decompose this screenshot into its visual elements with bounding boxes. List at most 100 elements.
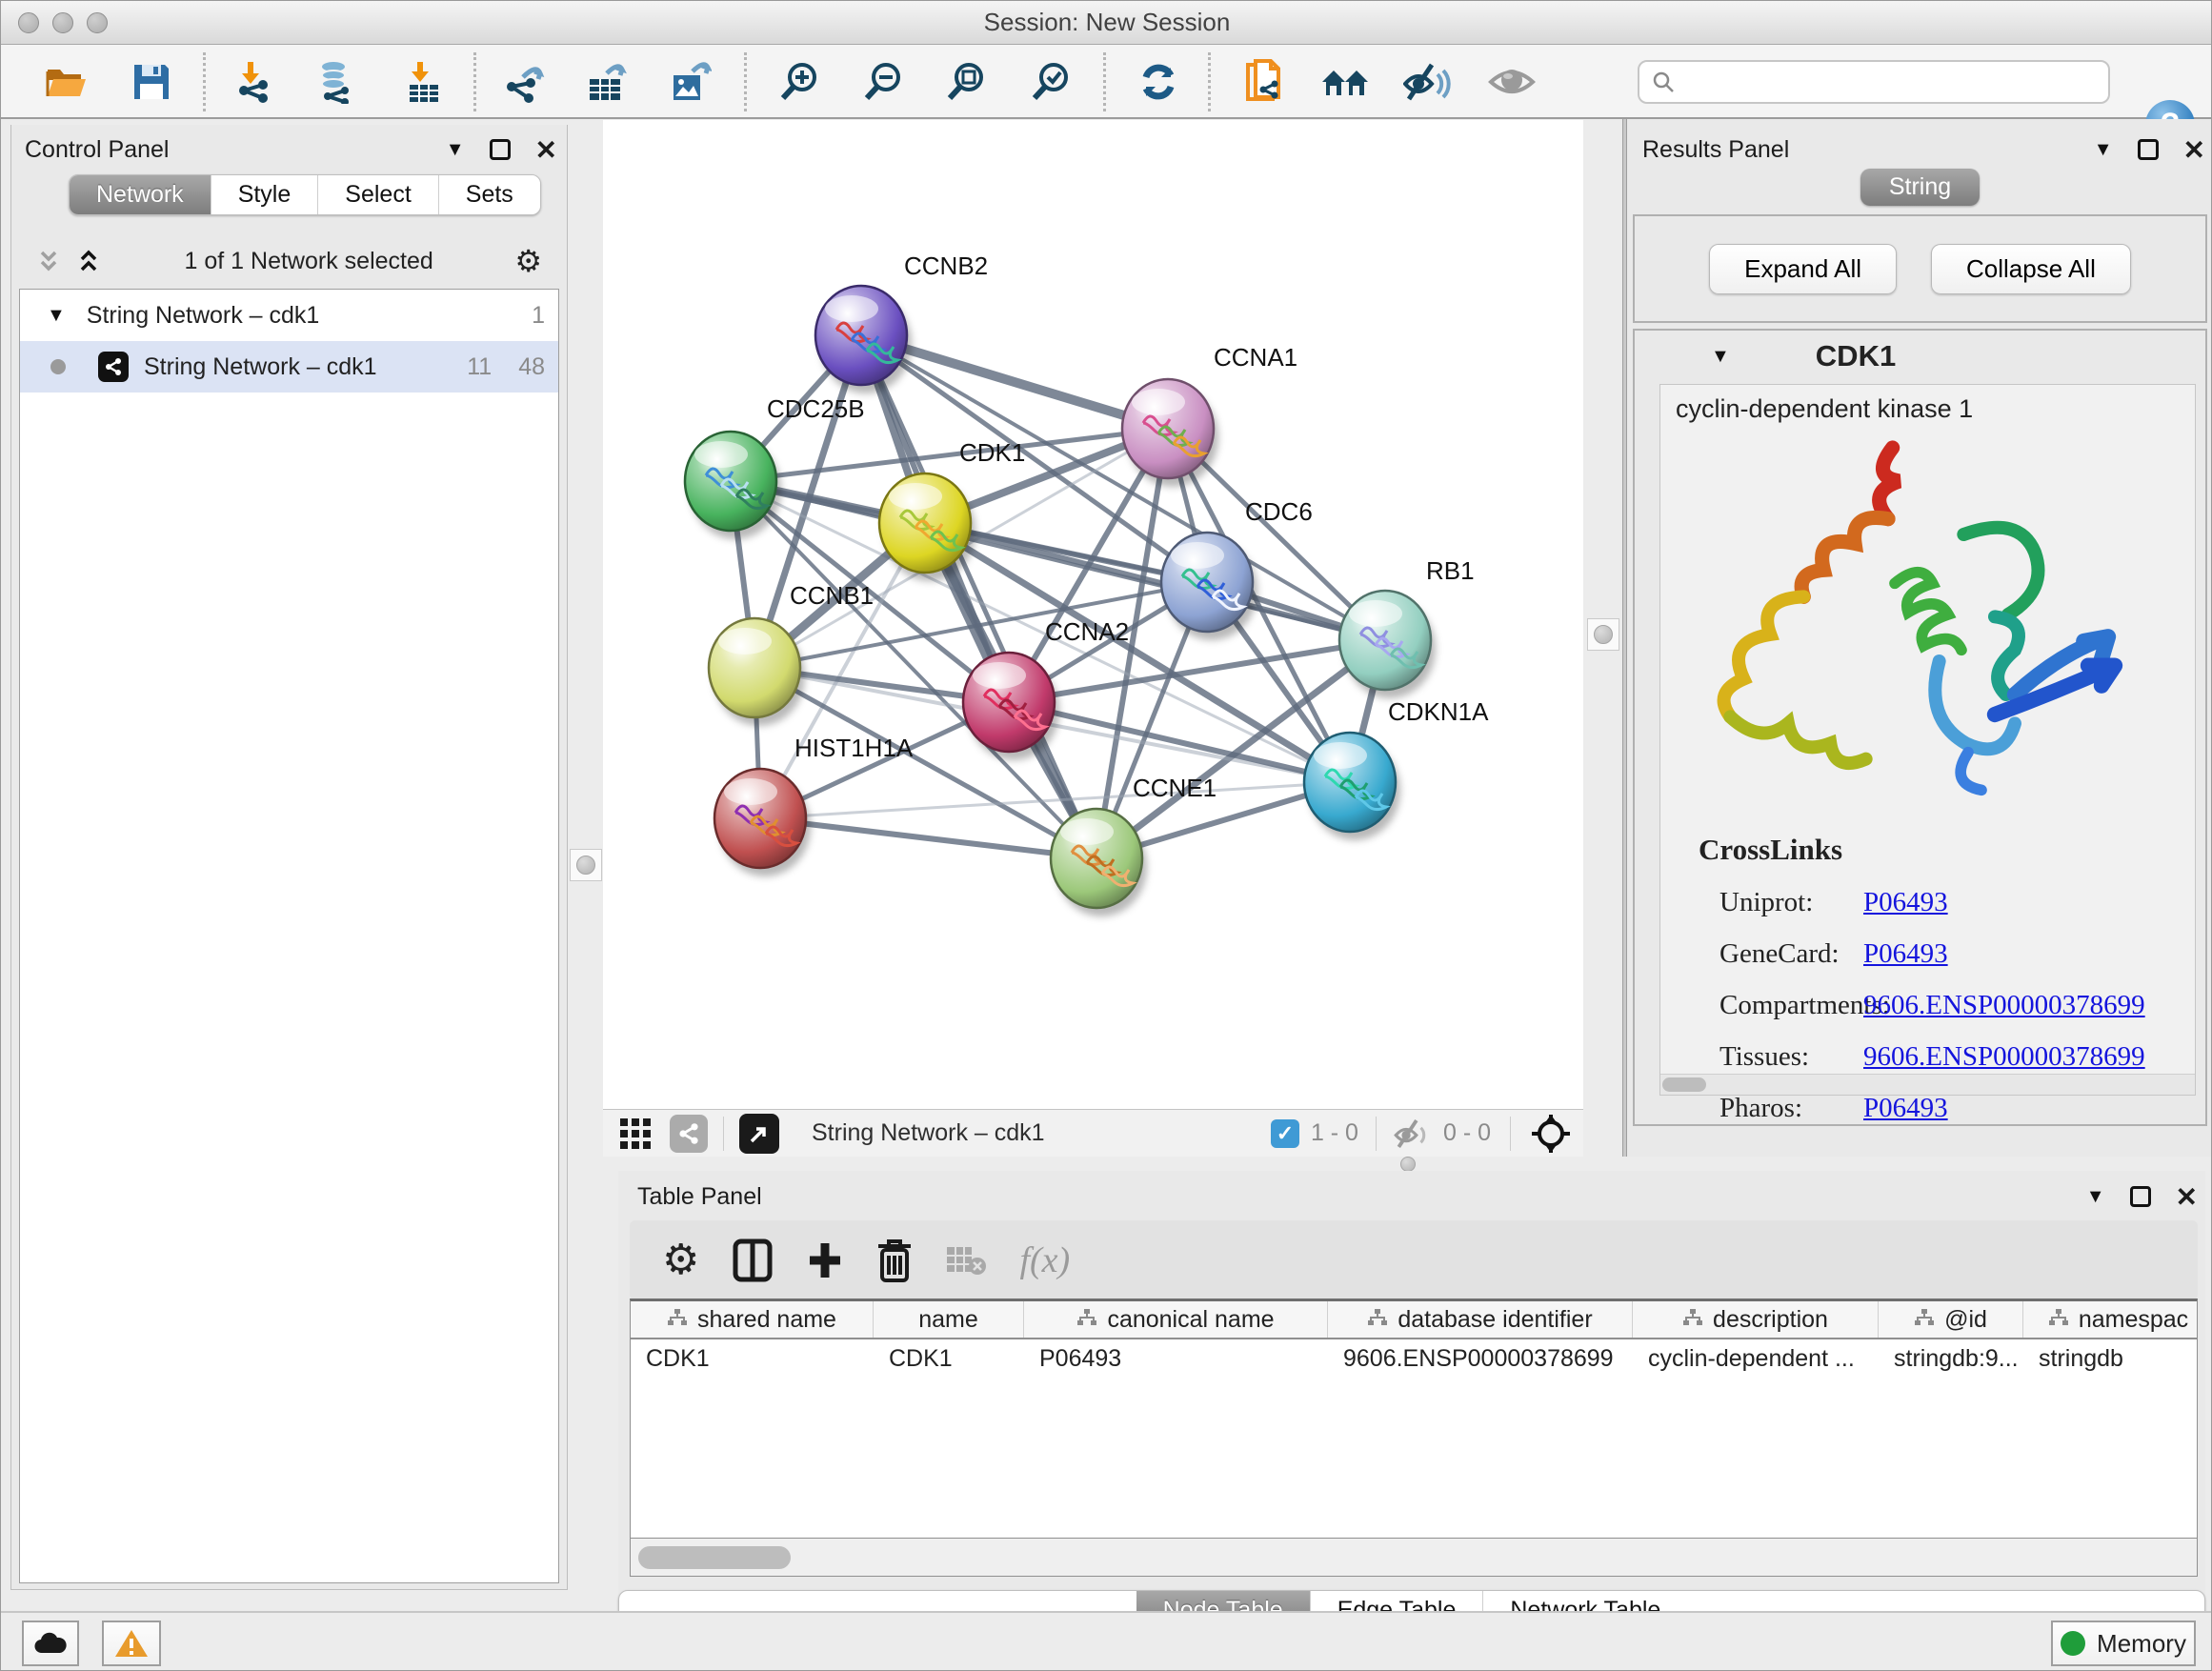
column-header-databaseidentifier[interactable]: database identifier xyxy=(1328,1301,1633,1338)
cloud-button[interactable] xyxy=(22,1621,79,1666)
zoom-selected-button[interactable] xyxy=(1022,55,1079,109)
export-image-button[interactable] xyxy=(661,55,718,109)
node-label: CDKN1A xyxy=(1388,697,1489,726)
show-columns-icon[interactable] xyxy=(732,1238,774,1283)
crosslink-link[interactable]: P06493 xyxy=(1863,887,1948,918)
table-cell[interactable]: CDK1 xyxy=(874,1339,1024,1378)
table-cell[interactable]: 9606.ENSP00000378699 xyxy=(1328,1339,1633,1378)
add-column-icon[interactable] xyxy=(806,1241,844,1279)
entry-expander-icon[interactable]: ▼ xyxy=(1711,346,1730,368)
warnings-button[interactable] xyxy=(102,1621,161,1666)
crosslink-link[interactable]: 9606.ENSP00000378699 xyxy=(1863,1041,2145,1073)
zoom-out-button[interactable] xyxy=(855,55,912,109)
close-panel-icon[interactable]: ✕ xyxy=(2176,1181,2198,1213)
table-cell[interactable]: P06493 xyxy=(1024,1339,1328,1378)
show-all-button[interactable] xyxy=(1483,55,1540,109)
import-table-file-button[interactable] xyxy=(395,55,452,109)
column-header-canonicalname[interactable]: canonical name xyxy=(1024,1301,1328,1338)
delete-column-icon[interactable] xyxy=(876,1238,913,1282)
table-row[interactable]: CDK1CDK1P064939606.ENSP00000378699cyclin… xyxy=(631,1339,2197,1378)
export-table-button[interactable] xyxy=(577,55,634,109)
tree-expander-icon[interactable]: ▼ xyxy=(47,305,66,327)
right-splitter[interactable] xyxy=(1583,119,1622,1157)
table-cell[interactable]: CDK1 xyxy=(631,1339,874,1378)
tab-string[interactable]: String xyxy=(1860,169,1980,206)
save-floppy-icon xyxy=(131,61,172,103)
open-session-button[interactable] xyxy=(37,55,94,109)
network-node-ccna1[interactable]: CCNA1 xyxy=(1122,343,1297,487)
memory-button[interactable]: Memory xyxy=(2051,1621,2196,1666)
collapse-panel-icon[interactable]: ▼ xyxy=(446,139,465,161)
network-row[interactable]: String Network – cdk1 11 48 xyxy=(20,341,558,393)
float-panel-icon[interactable] xyxy=(490,139,511,160)
network-node-ccne1[interactable]: CCNE1 xyxy=(1051,774,1217,916)
expand-all-chevron-icon[interactable] xyxy=(34,247,63,275)
table-cell[interactable]: stringdb xyxy=(2023,1339,2198,1378)
tab-sets[interactable]: Sets xyxy=(439,175,540,214)
network-node-ccnb2[interactable]: CCNB2 xyxy=(815,252,988,393)
expand-all-button[interactable]: Expand All xyxy=(1709,244,1897,294)
birdseye-view-icon[interactable] xyxy=(1530,1113,1572,1155)
tab-select[interactable]: Select xyxy=(318,175,438,214)
crosslink-link[interactable]: 9606.ENSP00000378699 xyxy=(1863,990,2145,1021)
first-neighbors-button[interactable] xyxy=(1317,55,1374,109)
close-panel-icon[interactable]: ✕ xyxy=(2183,134,2205,166)
save-session-button[interactable] xyxy=(123,55,180,109)
table-cell[interactable]: cyclin-dependent ... xyxy=(1633,1339,1879,1378)
network-canvas[interactable]: CCNB2CCNA1CDC25BCDK1CDC6RB1CCNB1CCNA2CDK… xyxy=(603,120,1583,1109)
detach-view-icon[interactable] xyxy=(739,1114,779,1154)
horizontal-splitter[interactable] xyxy=(603,1157,2212,1171)
export-network-button[interactable] xyxy=(495,55,553,109)
table-options-gear-icon[interactable]: ⚙ xyxy=(662,1239,699,1281)
results-horizontal-scrollbar[interactable] xyxy=(1660,1074,2195,1095)
table-cell[interactable]: stringdb:9... xyxy=(1879,1339,2023,1378)
selected-nodes-checkbox[interactable]: ✓ xyxy=(1271,1119,1299,1148)
minimize-window-button[interactable] xyxy=(52,12,73,33)
clone-network-button[interactable] xyxy=(1235,55,1292,109)
apply-layout-button[interactable] xyxy=(1130,55,1187,109)
right-splitter-handle[interactable] xyxy=(1587,618,1619,651)
tab-network[interactable]: Network xyxy=(70,175,211,214)
network-node-rb1[interactable]: RB1 xyxy=(1339,556,1475,698)
left-splitter-handle[interactable] xyxy=(570,849,602,881)
import-network-file-button[interactable] xyxy=(228,55,285,109)
import-network-from-database-button[interactable] xyxy=(308,55,365,109)
float-panel-icon[interactable] xyxy=(2138,139,2159,160)
column-header-description[interactable]: description xyxy=(1633,1301,1879,1338)
collapse-panel-icon[interactable]: ▼ xyxy=(2086,1186,2105,1208)
float-panel-icon[interactable] xyxy=(2130,1186,2151,1207)
network-view-mode-icon[interactable] xyxy=(670,1115,708,1153)
hide-selected-button[interactable] xyxy=(1398,55,1456,109)
network-collection-row[interactable]: ▼ String Network – cdk1 1 xyxy=(20,290,558,341)
collapse-all-chevron-icon[interactable] xyxy=(74,247,103,275)
column-header-sharedname[interactable]: shared name xyxy=(631,1301,874,1338)
crosslink-row: Tissues:9606.ENSP00000378699 xyxy=(1699,1041,2185,1073)
collapse-panel-icon[interactable]: ▼ xyxy=(2094,139,2113,161)
network-options-gear-icon[interactable]: ⚙ xyxy=(514,243,542,279)
tab-style[interactable]: Style xyxy=(211,175,319,214)
crosslink-link[interactable]: P06493 xyxy=(1863,938,1948,970)
toolbar-separator xyxy=(1103,52,1106,111)
column-header-namespac[interactable]: namespac xyxy=(2023,1301,2198,1338)
zoom-in-button[interactable] xyxy=(771,55,828,109)
left-splitter[interactable] xyxy=(568,119,603,1157)
network-edge[interactable] xyxy=(861,335,1096,858)
zoom-window-button[interactable] xyxy=(87,12,108,33)
network-node-ccnb1[interactable]: CCNB1 xyxy=(709,581,874,726)
close-panel-icon[interactable]: ✕ xyxy=(535,134,557,166)
network-node-hist1h1a[interactable]: HIST1H1A xyxy=(714,734,914,876)
network-label: String Network – cdk1 xyxy=(144,353,377,381)
zoom-fit-button[interactable] xyxy=(937,55,995,109)
search-input[interactable] xyxy=(1683,69,2108,95)
network-node-cdkn1a[interactable]: CDKN1A xyxy=(1304,697,1489,840)
node-label: HIST1H1A xyxy=(794,734,914,762)
crosslink-link[interactable]: P06493 xyxy=(1863,1093,1948,1124)
column-header-id[interactable]: @id xyxy=(1879,1301,2023,1338)
collapse-all-button[interactable]: Collapse All xyxy=(1931,244,2131,294)
table-horizontal-scrollbar[interactable] xyxy=(630,1539,2198,1577)
close-window-button[interactable] xyxy=(18,12,39,33)
column-header-name[interactable]: name xyxy=(874,1301,1024,1338)
network-edge[interactable] xyxy=(760,818,1096,858)
network-edge[interactable] xyxy=(1009,640,1385,702)
grid-view-icon[interactable] xyxy=(618,1117,653,1151)
